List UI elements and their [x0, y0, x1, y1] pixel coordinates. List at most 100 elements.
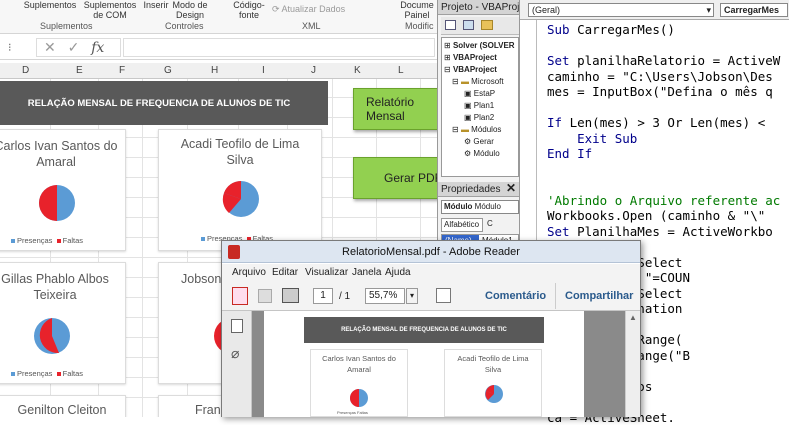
- menu-ajuda[interactable]: Ajuda: [385, 267, 411, 278]
- zoom-dropdown-icon[interactable]: ▾: [406, 288, 418, 304]
- code-line[interactable]: Workbooks.Open (caminho & "\": [547, 208, 773, 223]
- page-number-input[interactable]: 1: [313, 288, 333, 304]
- column-header-k[interactable]: K: [354, 65, 361, 76]
- gerar-pdf-button[interactable]: Gerar PDF: [353, 157, 437, 199]
- refresh-icon: ⟳: [272, 4, 282, 14]
- toggle-folders-icon[interactable]: [481, 20, 493, 30]
- object-select[interactable]: (Geral) ▾: [528, 3, 714, 17]
- pdf-icon: [228, 245, 240, 259]
- project-title: Projeto - VBAProject: [438, 0, 519, 15]
- tree-item-estapasta[interactable]: ▣ EstaP: [464, 89, 495, 99]
- tree-item-vbaproject-active[interactable]: ⊟ VBAProject: [444, 65, 497, 75]
- group-modificar: Modific: [405, 21, 434, 31]
- code-line[interactable]: Exit Sub: [547, 131, 637, 146]
- column-header-f[interactable]: F: [119, 65, 125, 76]
- student-name: Carlos Ivan Santos do Amaral: [0, 139, 118, 169]
- namebox-dropdown-icon[interactable]: ⁝: [8, 41, 12, 54]
- suplementos-button[interactable]: Suplementos: [20, 0, 80, 10]
- tree-item-plan2[interactable]: ▣ Plan2: [464, 113, 494, 123]
- menu-visualizar[interactable]: Visualizar: [305, 267, 348, 278]
- fit-window-icon[interactable]: [436, 288, 451, 303]
- code-line[interactable]: mes = InputBox("Defina o mês q: [547, 84, 773, 99]
- tree-item-solver[interactable]: ⊞ Solver (SOLVER: [444, 41, 515, 51]
- fx-icon[interactable]: fx: [91, 40, 104, 56]
- column-headers: D E F G H I J K L: [0, 63, 437, 79]
- tree-item-gerar[interactable]: ⚙ Gerar: [464, 137, 494, 147]
- pie-slice-faltas: [39, 185, 57, 221]
- excel-ribbon: Suplementos Suplementos de COM Inserir M…: [0, 0, 437, 34]
- page-count: / 1: [339, 291, 351, 302]
- suplementos-com-button[interactable]: Suplementos de COM: [80, 0, 140, 20]
- tab-alfabetico[interactable]: Alfabético: [441, 218, 483, 232]
- student-name: Acadi Teofilo de Lima Silva: [180, 137, 300, 167]
- student-card: Acadi Teofilo de Lima Silva Presenças Fa…: [158, 129, 322, 251]
- documento-button[interactable]: Docume Painel: [398, 0, 436, 20]
- code-combos: (Geral) ▾ CarregarMes: [520, 0, 789, 20]
- tree-item-vbaproject[interactable]: ⊞ VBAProject: [444, 53, 497, 63]
- tab-categorizado[interactable]: C: [485, 218, 499, 232]
- close-properties-icon[interactable]: ✕: [506, 181, 516, 195]
- enter-icon[interactable]: ✓: [68, 39, 80, 55]
- column-header-h[interactable]: H: [211, 65, 218, 76]
- pdf-banner: RELAÇÃO MENSAL DE FREQUENCIA DE ALUNOS D…: [304, 317, 544, 343]
- pdf-page: RELAÇÃO MENSAL DE FREQUENCIA DE ALUNOS D…: [264, 311, 584, 417]
- column-header-j[interactable]: J: [311, 65, 316, 76]
- tree-item-modulo[interactable]: ⚙ Módulo: [464, 149, 500, 159]
- student-card: Gillas Phablo Albos Teixeira Presenças F…: [0, 262, 126, 384]
- inserir-button[interactable]: Inserir: [140, 0, 172, 10]
- create-pdf-icon[interactable]: [232, 287, 248, 305]
- code-line[interactable]: End If: [547, 146, 592, 161]
- code-line[interactable]: Set PlanilhaMes = ActiveWorkbo: [547, 224, 773, 239]
- pages-icon[interactable]: [231, 319, 243, 333]
- code-line[interactable]: Sub CarregarMes(): [547, 22, 675, 37]
- project-toolbar: [441, 17, 519, 35]
- column-header-g[interactable]: G: [164, 65, 172, 76]
- reader-titlebar: RelatorioMensal.pdf - Adobe Reader: [222, 241, 640, 263]
- print-icon[interactable]: [282, 288, 299, 303]
- document-area[interactable]: RELAÇÃO MENSAL DE FREQUENCIA DE ALUNOS D…: [252, 311, 625, 417]
- relatorio-mensal-button[interactable]: Relatório Mensal: [353, 88, 437, 130]
- save-icon[interactable]: [258, 289, 272, 303]
- cancel-icon[interactable]: ✕: [44, 39, 56, 55]
- code-line[interactable]: Set planilhaRelatorio = ActiveW: [547, 53, 780, 68]
- tree-folder-modulos[interactable]: ⊟ ▬ Módulos: [452, 125, 501, 135]
- column-header-d[interactable]: D: [22, 65, 29, 76]
- project-tree[interactable]: ⊞ Solver (SOLVER ⊞ VBAProject ⊟ VBAProje…: [441, 37, 519, 177]
- modo-design-button[interactable]: Modo de Design: [172, 0, 208, 20]
- report-banner: RELAÇÃO MENSAL DE FREQUENCIA DE ALUNOS D…: [0, 81, 328, 125]
- view-object-icon[interactable]: [463, 20, 474, 30]
- attachment-icon[interactable]: ⌀: [231, 345, 239, 362]
- student-name: Franc: [195, 403, 227, 417]
- tree-item-plan1[interactable]: ▣ Plan1: [464, 101, 494, 111]
- atualizar-dados-button[interactable]: ⟳ Atualizar Dados: [272, 4, 348, 14]
- pdf-legend: Presenças Faltas: [337, 410, 368, 415]
- scroll-up-icon[interactable]: ▲: [629, 313, 637, 322]
- code-line[interactable]: 'Abrindo o Arquivo referente ac: [547, 193, 780, 208]
- student-card: Genilton Cleiton: [0, 395, 126, 417]
- formula-bar: ⁝ ✕ ✓ fx: [0, 36, 437, 60]
- menu-editar[interactable]: Editar: [272, 267, 298, 278]
- pdf-student-card: Carlos Ivan Santos do Amaral Presenças F…: [310, 349, 408, 417]
- column-header-i[interactable]: I: [262, 65, 265, 76]
- menu-arquivo[interactable]: Arquivo: [232, 267, 266, 278]
- group-xml: XML: [302, 21, 321, 31]
- view-code-icon[interactable]: [445, 20, 456, 30]
- compartilhar-button[interactable]: Compartilhar: [565, 290, 633, 302]
- tree-folder-microsoft[interactable]: ⊟ ▬ Microsoft: [452, 77, 504, 87]
- reader-toolbar: 1 / 1 55,7% ▾ Comentário Compartilhar: [222, 281, 640, 311]
- pie-chart: [39, 185, 75, 221]
- column-header-e[interactable]: E: [76, 65, 83, 76]
- formula-input[interactable]: [123, 38, 435, 57]
- comentario-button[interactable]: Comentário: [485, 290, 546, 302]
- procedure-select[interactable]: CarregarMes: [720, 3, 788, 17]
- menu-janela[interactable]: Janela: [352, 267, 381, 278]
- code-line[interactable]: If Len(mes) > 3 Or Len(mes) <: [547, 115, 765, 130]
- column-header-l[interactable]: L: [398, 65, 404, 76]
- zoom-input[interactable]: 55,7%: [365, 288, 405, 304]
- student-card: Carlos Ivan Santos do Amaral Presenças F…: [0, 129, 126, 251]
- student-name: Genilton Cleiton: [17, 403, 107, 417]
- properties-object-select[interactable]: Módulo Módulo: [441, 200, 519, 214]
- reader-scrollbar[interactable]: ▲: [625, 311, 640, 417]
- codigo-fonte-button[interactable]: Código-fonte: [228, 0, 270, 20]
- code-line[interactable]: caminho = "C:\Users\Jobson\Des: [547, 69, 773, 84]
